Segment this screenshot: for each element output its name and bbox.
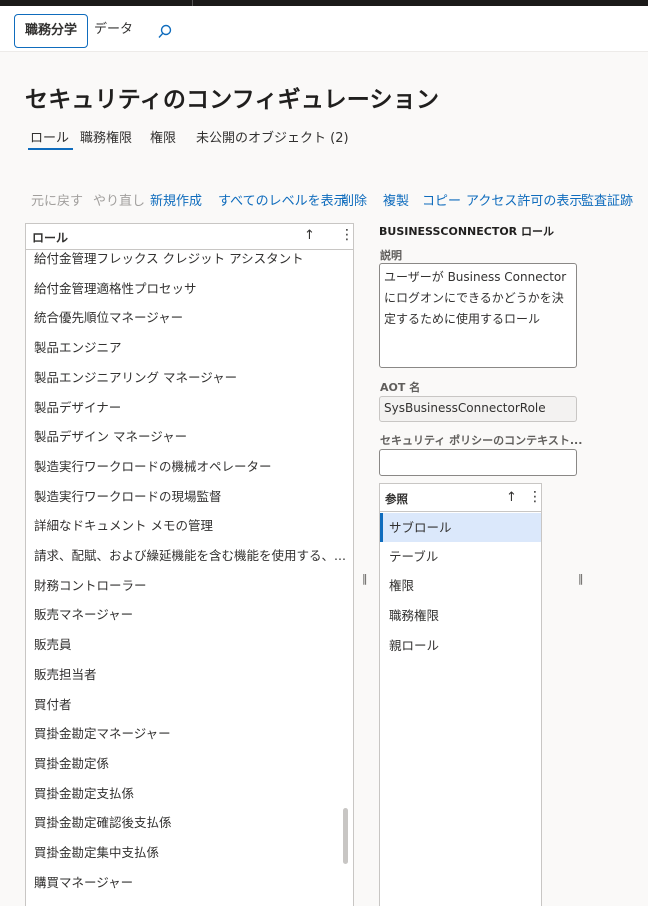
action-pane: 職務分学 データ (0, 6, 648, 52)
list-item[interactable]: 請求、配賦、および繰延機能を含む機能を使用する、... (26, 547, 346, 576)
description-label: 説明 (380, 249, 402, 262)
reference-item-parent-roles[interactable]: 親ロール (380, 631, 541, 660)
more-options-icon[interactable]: ⋮ (340, 227, 354, 243)
list-item[interactable]: 販売マネージャー (26, 606, 346, 635)
references-header: 参照 ↑ ⋮ (380, 484, 542, 512)
list-item[interactable]: 詳細なドキュメント メモの管理 (26, 517, 346, 546)
new-button[interactable]: 新規作成 (150, 190, 202, 209)
reference-item-duties[interactable]: 職務権限 (380, 601, 541, 630)
description-field[interactable]: ユーザーが Business Connector にログオンにできるかどうかを決… (379, 263, 577, 368)
reference-item-privileges[interactable]: 権限 (380, 571, 541, 600)
list-item[interactable]: 製造実行ワークロードの機械オペレーター (26, 458, 346, 487)
security-policy-context-label: セキュリティ ポリシーのコンテキスト... (380, 434, 583, 447)
left-splitter-handle[interactable]: ‖ (362, 572, 368, 585)
reference-item-tables[interactable]: テーブル (380, 542, 541, 571)
toolbar: 元に戻す やり直し 新規作成 すべてのレベルを表示 削除 複製 コピー アクセス… (0, 190, 648, 210)
list-item[interactable]: 購買マネージャー (26, 874, 346, 903)
right-splitter-handle[interactable]: ‖ (578, 572, 584, 585)
list-item[interactable]: 買掛金勘定確認後支払係 (26, 814, 346, 843)
list-item[interactable]: 給付金管理フレックス クレジット アシスタント (26, 250, 346, 279)
tab-duty-analysis[interactable]: 職務分学 (14, 14, 89, 48)
redo-button[interactable]: やり直し (93, 190, 145, 209)
roles-list-header: ロール ↑ ⋮ (26, 224, 354, 250)
references-panel: 参照 ↑ ⋮ サブロール テーブル 権限 職務権限 親ロール (379, 483, 542, 906)
list-item[interactable]: 販売担当者 (26, 666, 346, 695)
references-column-header[interactable]: 参照 (385, 491, 408, 507)
roles-list-panel: ロール ↑ ⋮ 給付金管理フレックス クレジット アシスタント 給付金管理適格性… (25, 223, 354, 906)
search-icon[interactable] (156, 23, 174, 41)
list-item[interactable]: 財務コントローラー (26, 577, 346, 606)
delete-button[interactable]: 削除 (341, 190, 367, 209)
sort-ascending-icon[interactable]: ↑ (304, 228, 315, 243)
tab-data[interactable]: データ (84, 14, 143, 48)
roles-column-header[interactable]: ロール (32, 229, 68, 246)
list-item[interactable]: 製造実行ワークロードの現場監督 (26, 488, 346, 517)
list-item[interactable]: 買掛金勘定支払係 (26, 785, 346, 814)
list-item[interactable]: 買掛金勘定係 (26, 755, 346, 784)
subtab-roles[interactable]: ロール (27, 127, 74, 150)
copy-button[interactable]: コピー (422, 190, 461, 209)
subtab-unpublished-objects[interactable]: 未公開のオブジェクト (2) (196, 127, 349, 146)
undo-button[interactable]: 元に戻す (31, 190, 83, 209)
more-options-icon[interactable]: ⋮ (528, 489, 542, 505)
list-item[interactable]: 買掛金勘定集中支払係 (26, 844, 346, 873)
list-item[interactable]: 買掛金勘定マネージャー (26, 725, 346, 754)
page-title: セキュリティのコンフィギュレーション (25, 87, 440, 113)
list-item[interactable]: 販売員 (26, 636, 346, 665)
roles-list: 給付金管理フレックス クレジット アシスタント 給付金管理適格性プロセッサ 統合… (26, 250, 346, 906)
list-item[interactable]: 製品デザイン マネージャー (26, 428, 346, 457)
view-permissions-button[interactable]: アクセス許可の表示 (466, 190, 582, 209)
sort-ascending-icon[interactable]: ↑ (506, 490, 517, 505)
audit-trail-button[interactable]: 監査証跡 (581, 190, 633, 209)
security-policy-context-field[interactable] (379, 449, 577, 476)
list-item[interactable]: 製品エンジニア (26, 339, 346, 368)
list-item[interactable]: 製品エンジニアリング マネージャー (26, 369, 346, 398)
aot-name-field: SysBusinessConnectorRole (379, 396, 577, 422)
list-item[interactable]: 買付者 (26, 696, 346, 725)
list-item[interactable]: 統合優先順位マネージャー (26, 309, 346, 338)
reference-item-sub-roles[interactable]: サブロール (380, 513, 541, 542)
list-item[interactable]: 製品デザイナー (26, 399, 346, 428)
subtab-privileges[interactable]: 権限 (150, 127, 176, 146)
aot-name-label: AOT 名 (380, 381, 421, 394)
subtab-duties[interactable]: 職務権限 (80, 127, 132, 146)
show-all-levels-button[interactable]: すべてのレベルを表示 (218, 190, 347, 209)
list-scrollbar-thumb[interactable] (343, 808, 348, 864)
detail-title: BUSINESSCONNECTOR ロール (379, 225, 554, 238)
duplicate-button[interactable]: 複製 (383, 190, 409, 209)
list-item[interactable]: 給付金管理適格性プロセッサ (26, 280, 346, 309)
